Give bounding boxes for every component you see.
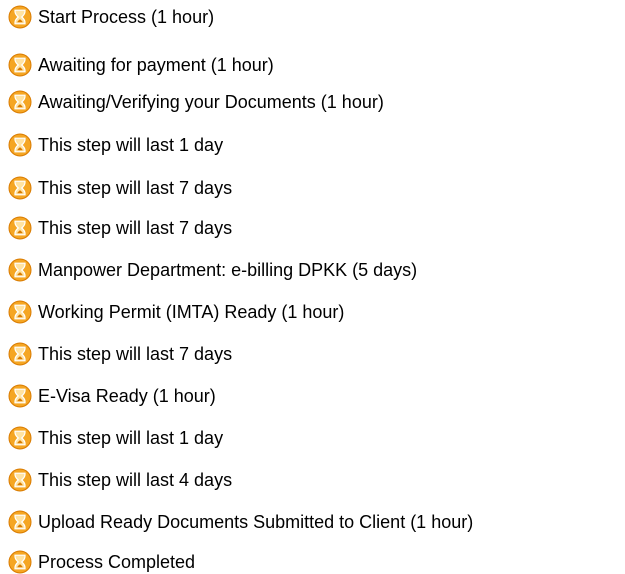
hourglass-icon bbox=[8, 133, 32, 157]
hourglass-icon bbox=[8, 510, 32, 534]
process-step-item: This step will last 7 days bbox=[8, 216, 232, 240]
process-step-label: This step will last 7 days bbox=[38, 218, 233, 238]
hourglass-icon bbox=[8, 550, 32, 574]
process-step-label: Awaiting/Verifying your Documents (1 hou… bbox=[38, 92, 384, 112]
hourglass-icon bbox=[8, 176, 32, 200]
process-step-item: Manpower Department: e-billing DPKK (5 d… bbox=[8, 258, 417, 282]
process-step-item: This step will last 7 days bbox=[8, 176, 232, 200]
hourglass-icon bbox=[8, 90, 32, 114]
process-step-item: Start Process (1 hour) bbox=[8, 5, 214, 29]
process-step-label: Working Permit (IMTA) Ready (1 hour) bbox=[38, 302, 345, 322]
hourglass-icon bbox=[8, 426, 32, 450]
process-step-item: Process Completed bbox=[8, 550, 195, 574]
process-step-label: Awaiting for payment (1 hour) bbox=[38, 55, 274, 75]
process-step-item: This step will last 1 day bbox=[8, 133, 223, 157]
process-step-label: Start Process (1 hour) bbox=[38, 7, 215, 27]
hourglass-icon bbox=[8, 258, 32, 282]
hourglass-icon bbox=[8, 342, 32, 366]
process-step-label: This step will last 1 day bbox=[38, 428, 224, 448]
hourglass-icon bbox=[8, 384, 32, 408]
process-step-label: Upload Ready Documents Submitted to Clie… bbox=[38, 512, 474, 532]
process-step-label: This step will last 7 days bbox=[38, 344, 233, 364]
process-step-label: This step will last 7 days bbox=[38, 178, 233, 198]
hourglass-icon bbox=[8, 5, 32, 29]
hourglass-icon bbox=[8, 216, 32, 240]
process-step-item: This step will last 4 days bbox=[8, 468, 232, 492]
process-step-label: E-Visa Ready (1 hour) bbox=[38, 386, 216, 406]
process-step-item: Working Permit (IMTA) Ready (1 hour) bbox=[8, 300, 344, 324]
process-step-label: This step will last 1 day bbox=[38, 135, 224, 155]
process-step-item: Upload Ready Documents Submitted to Clie… bbox=[8, 510, 473, 534]
hourglass-icon bbox=[8, 468, 32, 492]
hourglass-icon bbox=[8, 53, 32, 77]
process-step-item: Awaiting for payment (1 hour) bbox=[8, 53, 274, 77]
process-step-label: This step will last 4 days bbox=[38, 470, 233, 490]
hourglass-icon bbox=[8, 300, 32, 324]
process-step-item: E-Visa Ready (1 hour) bbox=[8, 384, 216, 408]
process-step-item: This step will last 1 day bbox=[8, 426, 223, 450]
process-step-item: Awaiting/Verifying your Documents (1 hou… bbox=[8, 90, 384, 114]
process-step-item: This step will last 7 days bbox=[8, 342, 232, 366]
process-step-label: Process Completed bbox=[38, 552, 196, 572]
process-step-label: Manpower Department: e-billing DPKK (5 d… bbox=[38, 260, 418, 280]
